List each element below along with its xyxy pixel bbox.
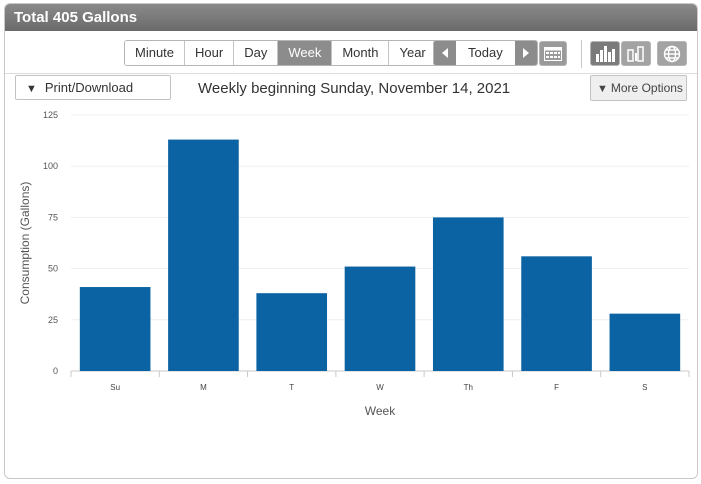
- y-axis-title: Consumption (Gallons): [18, 182, 32, 305]
- y-tick-label: 125: [43, 110, 58, 120]
- y-tick-label: 0: [53, 366, 58, 376]
- bar: [168, 139, 239, 371]
- x-tick-label: F: [554, 383, 559, 392]
- usage-panel: Total 405 Gallons Minute Hour Day Week M…: [4, 3, 698, 479]
- y-tick-label: 50: [48, 264, 58, 274]
- x-tick-label: Th: [464, 383, 473, 392]
- x-tick-label: M: [200, 383, 207, 392]
- bar: [432, 217, 504, 371]
- bar: [609, 313, 681, 371]
- consumption-chart: 0 25 50 75 100 125 Su M T W Th F S Week Consumption (G…: [18, 110, 690, 418]
- x-tick-label: Su: [110, 383, 120, 392]
- x-tick-label: T: [289, 383, 294, 392]
- bar: [521, 256, 592, 371]
- bar: [79, 287, 151, 371]
- bar: [344, 266, 416, 371]
- y-tick-label: 100: [43, 161, 58, 171]
- y-tick-label: 75: [48, 212, 58, 222]
- x-tick-label: S: [642, 383, 647, 392]
- x-axis-title: Week: [365, 404, 396, 418]
- bar: [256, 293, 328, 371]
- x-tick-label: W: [376, 383, 384, 392]
- y-tick-label: 25: [48, 315, 58, 325]
